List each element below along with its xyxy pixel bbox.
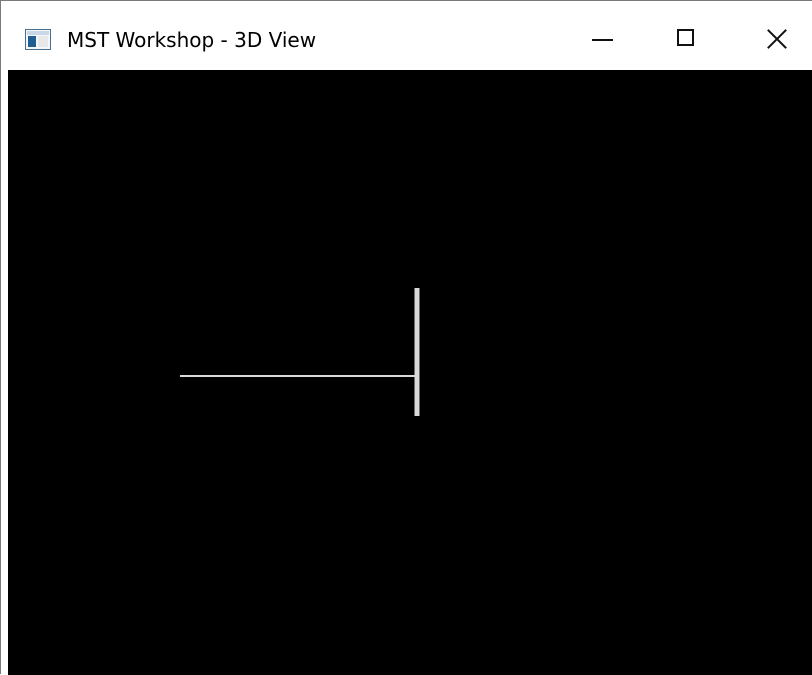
app-icon-pane — [28, 36, 36, 47]
window-title: MST Workshop - 3D View — [67, 28, 317, 52]
maximize-icon — [677, 29, 694, 46]
3d-viewport[interactable] — [8, 70, 812, 675]
minimize-button[interactable] — [558, 1, 646, 70]
app-icon-body — [38, 36, 48, 47]
close-icon — [766, 28, 788, 50]
minimize-icon — [592, 39, 613, 41]
app-window-icon — [25, 29, 51, 50]
app-icon-titlebar — [27, 31, 49, 35]
title-bar[interactable]: MST Workshop - 3D View — [1, 1, 812, 70]
3d-scene — [180, 288, 420, 416]
application-window: MST Workshop - 3D View — [0, 0, 812, 675]
close-button[interactable] — [724, 1, 812, 70]
maximize-button[interactable] — [646, 1, 734, 70]
